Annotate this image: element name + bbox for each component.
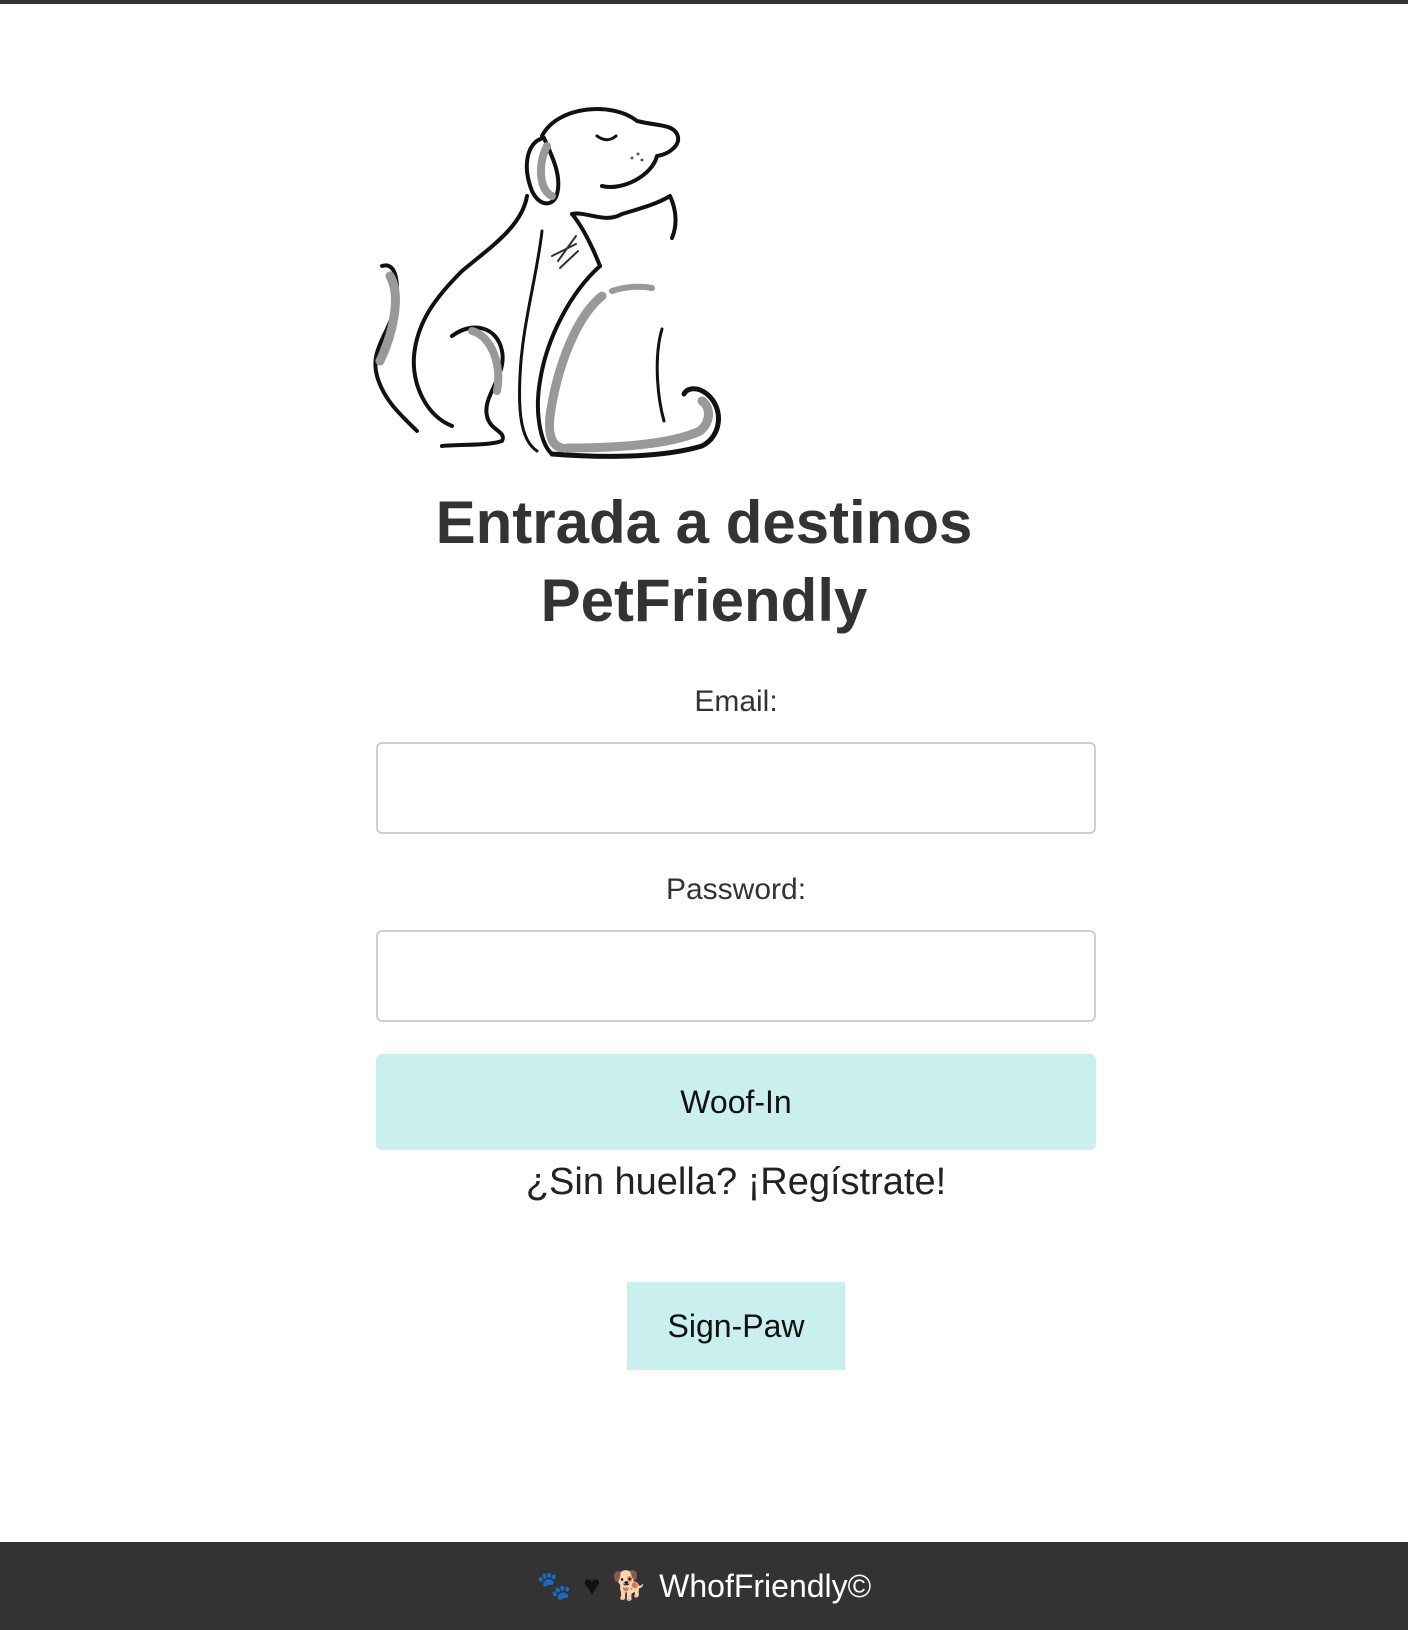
heart-icon: ♥ bbox=[583, 1570, 601, 1601]
dog-icon: 🐕 bbox=[612, 1570, 648, 1601]
woof-in-button[interactable]: Woof-In bbox=[376, 1054, 1096, 1150]
page-title: Entrada a destinos PetFriendly bbox=[435, 489, 973, 634]
paw-icon: 🐾 bbox=[536, 1570, 572, 1601]
email-label: Email: bbox=[694, 685, 778, 718]
password-input[interactable] bbox=[376, 930, 1096, 1022]
footer-brand: WhofFriendly© bbox=[659, 1568, 872, 1604]
dog-and-cat-icon bbox=[373, 107, 721, 459]
sign-paw-button[interactable]: Sign-Paw bbox=[627, 1282, 845, 1370]
email-input[interactable] bbox=[376, 742, 1096, 834]
footer: 🐾 ♥ 🐕 WhofFriendly© bbox=[0, 1542, 1408, 1630]
top-border bbox=[0, 0, 1408, 4]
password-label: Password: bbox=[665, 873, 807, 906]
signup-prompt: ¿Sin huella? ¡Regístrate! bbox=[525, 1161, 947, 1203]
